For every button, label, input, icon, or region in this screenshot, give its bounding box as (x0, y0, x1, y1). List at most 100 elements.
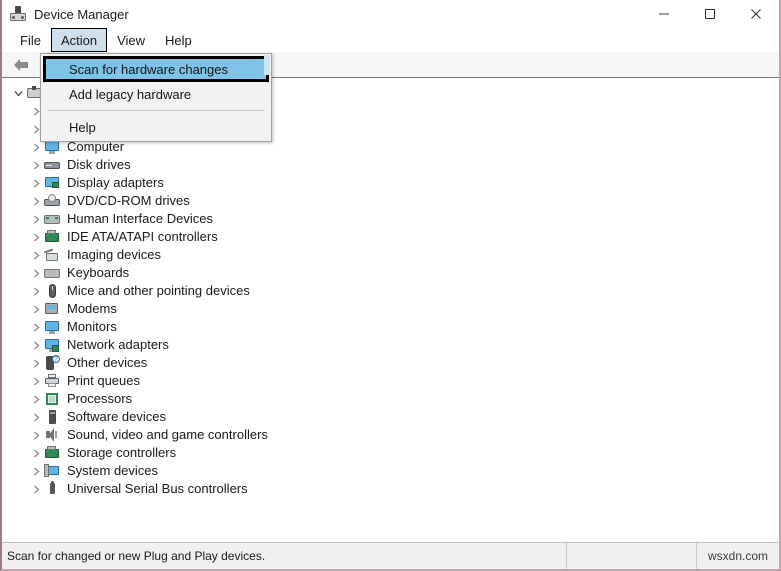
chevron-right-icon[interactable] (28, 462, 44, 480)
menu-item-add-legacy-hardware[interactable]: Add legacy hardware (41, 82, 271, 106)
menu-bar: File Action View Help (2, 28, 779, 52)
tree-item-label: IDE ATA/ATAPI controllers (67, 229, 218, 244)
tree-item[interactable]: Processors (2, 390, 779, 408)
tree-item-label: System devices (67, 463, 159, 478)
chevron-right-icon[interactable] (28, 354, 44, 372)
back-button[interactable] (8, 54, 34, 76)
chevron-right-icon[interactable] (28, 318, 44, 336)
imaging-device-icon (43, 247, 60, 263)
tree-item-label: Sound, video and game controllers (67, 427, 268, 442)
tree-item[interactable]: Software devices (2, 408, 779, 426)
tree-item[interactable]: Mice and other pointing devices (2, 282, 779, 300)
device-tree-panel[interactable]: BatteriesBluetoothComputerDisk drivesDis… (2, 78, 779, 540)
dropdown-separator (47, 110, 265, 111)
other-device-icon: ? (44, 355, 60, 371)
hid-icon (44, 211, 60, 227)
tree-item[interactable]: Display adapters (2, 174, 779, 192)
system-device-icon (44, 463, 60, 479)
processor-icon (44, 391, 60, 407)
tree-item-label: Disk drives (67, 157, 131, 172)
tree-item[interactable]: Keyboards (2, 264, 779, 282)
dropdown-scroll-indicator[interactable] (264, 55, 270, 75)
chevron-right-icon[interactable] (28, 246, 44, 264)
chevron-right-icon[interactable] (28, 426, 44, 444)
tree-item[interactable]: Storage controllers (2, 444, 779, 462)
software-device-icon (44, 409, 60, 425)
minimize-icon (659, 13, 669, 15)
tree-item-label: Network adapters (67, 337, 169, 352)
tree-item[interactable]: Human Interface Devices (2, 210, 779, 228)
chevron-right-icon[interactable] (28, 480, 44, 498)
disk-drive-icon (44, 157, 60, 173)
chevron-right-icon[interactable] (28, 282, 44, 300)
network-adapter-icon (44, 337, 60, 353)
chevron-right-icon[interactable] (28, 390, 44, 408)
menu-item-help[interactable]: Help (41, 115, 271, 139)
tree-item[interactable]: Imaging devices (2, 246, 779, 264)
close-icon (751, 9, 761, 19)
chevron-right-icon[interactable] (28, 228, 44, 246)
chevron-right-icon[interactable] (28, 174, 44, 192)
status-bar: Scan for changed or new Plug and Play de… (2, 542, 779, 569)
tree-item-label: Human Interface Devices (67, 211, 213, 226)
display-adapter-icon (44, 175, 60, 191)
tree-item-label: Display adapters (67, 175, 164, 190)
tree-item[interactable]: Sound, video and game controllers (2, 426, 779, 444)
tree-item[interactable]: DVD/CD-ROM drives (2, 192, 779, 210)
tree-item-label: Keyboards (67, 265, 130, 280)
tree-item[interactable]: Monitors (2, 318, 779, 336)
status-message: Scan for changed or new Plug and Play de… (2, 543, 567, 569)
ide-controller-icon (44, 229, 60, 245)
chevron-right-icon[interactable] (28, 300, 44, 318)
tree-item-label: Software devices (67, 409, 166, 424)
window-title: Device Manager (34, 6, 129, 22)
title-bar: Device Manager (2, 0, 779, 28)
tree-item-label: Monitors (67, 319, 117, 334)
chevron-right-icon[interactable] (28, 192, 44, 210)
menu-file[interactable]: File (10, 28, 51, 52)
action-dropdown-menu[interactable]: Scan for hardware changes Add legacy har… (40, 53, 272, 142)
keyboard-icon (44, 265, 60, 281)
chevron-right-icon[interactable] (28, 210, 44, 228)
tree-item[interactable]: ? Other devices (2, 354, 779, 372)
tree-item-label: DVD/CD-ROM drives (67, 193, 190, 208)
chevron-right-icon[interactable] (28, 408, 44, 426)
chevron-right-icon[interactable] (28, 444, 44, 462)
tree-children: BatteriesBluetoothComputerDisk drivesDis… (2, 102, 779, 498)
menu-action[interactable]: Action (50, 28, 108, 52)
menu-help[interactable]: Help (155, 28, 202, 52)
tree-item[interactable]: Modems (2, 300, 779, 318)
tree-item-label: Mice and other pointing devices (67, 283, 250, 298)
window-controls (641, 0, 779, 28)
tree-item[interactable]: Disk drives (2, 156, 779, 174)
monitor-icon (44, 319, 60, 335)
mouse-icon (44, 283, 60, 299)
tree-item-label: Print queues (67, 373, 140, 388)
menu-item-scan-for-hardware-changes[interactable]: Scan for hardware changes (43, 56, 269, 82)
tree-item[interactable]: Universal Serial Bus controllers (2, 480, 779, 498)
tree-item-label: Imaging devices (67, 247, 161, 262)
tree-item-label: Universal Serial Bus controllers (67, 481, 248, 496)
printer-icon (44, 373, 60, 389)
maximize-button[interactable] (687, 0, 733, 28)
storage-controller-icon (44, 445, 60, 461)
tree-item-label: Storage controllers (67, 445, 177, 460)
tree-item-label: Processors (67, 391, 133, 406)
modem-icon (44, 301, 60, 317)
usb-icon (44, 481, 60, 497)
back-arrow-icon (14, 58, 28, 71)
chevron-down-icon[interactable] (10, 84, 26, 102)
chevron-right-icon[interactable] (28, 372, 44, 390)
tree-item[interactable]: Network adapters (2, 336, 779, 354)
chevron-right-icon[interactable] (28, 336, 44, 354)
chevron-right-icon[interactable] (28, 264, 44, 282)
device-manager-window: Device Manager File Action View Help Com… (0, 0, 781, 571)
tree-item[interactable]: Print queues (2, 372, 779, 390)
minimize-button[interactable] (641, 0, 687, 28)
tree-item[interactable]: System devices (2, 462, 779, 480)
menu-view[interactable]: View (107, 28, 155, 52)
chevron-right-icon[interactable] (28, 156, 44, 174)
close-button[interactable] (733, 0, 779, 28)
tree-item-label: Modems (67, 301, 117, 316)
tree-item[interactable]: IDE ATA/ATAPI controllers (2, 228, 779, 246)
